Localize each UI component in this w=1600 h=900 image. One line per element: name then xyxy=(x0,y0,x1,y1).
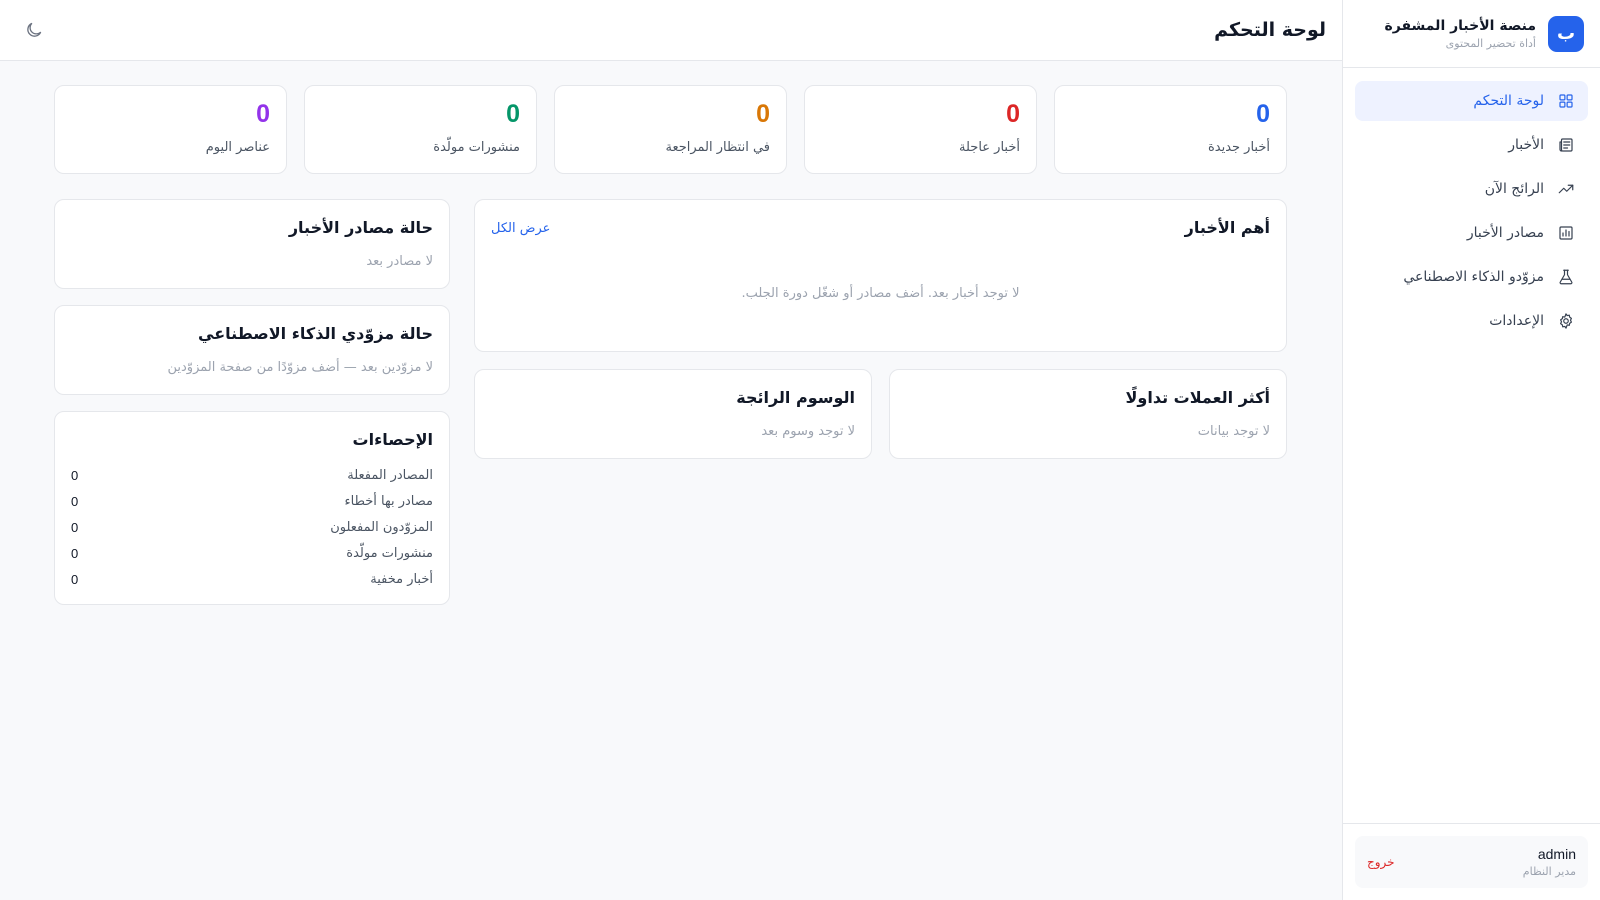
stat-label: في انتظار المراجعة xyxy=(665,140,770,155)
view-all-link[interactable]: عرض الكل xyxy=(491,221,550,236)
trending-tags-title: الوسوم الرائجة xyxy=(736,388,855,407)
brand-text: منصة الأخبار المشفرة أداة تحضير المحتوى xyxy=(1385,18,1537,50)
brand-subtitle: أداة تحضير المحتوى xyxy=(1445,36,1536,50)
user-box: admin مدير النظام خروج xyxy=(1355,836,1588,888)
top-coins-title: أكثر العملات تداولًا xyxy=(1125,388,1270,407)
sidebar-item-label: مصادر الأخبار xyxy=(1466,225,1544,241)
user-name: admin xyxy=(1537,846,1576,862)
user-info: admin مدير النظام xyxy=(1523,846,1576,878)
stat-value: 0 xyxy=(1256,100,1270,128)
brand: ب منصة الأخبار المشفرة أداة تحضير المحتو… xyxy=(1343,0,1600,68)
sidebar-item-ai-providers[interactable]: مزوّدو الذكاء الاصطناعي xyxy=(1355,257,1588,297)
statistics-row-value: 0 xyxy=(71,545,79,561)
stat-label: عناصر اليوم xyxy=(205,140,270,155)
stat-card-breaking-news: 0 أخبار عاجلة xyxy=(804,85,1037,174)
gear-icon xyxy=(1556,311,1576,331)
sources-status-empty: لا مصادر بعد xyxy=(366,254,433,269)
statistics-row-label: المصادر المفعلة xyxy=(347,467,433,483)
statistics-row-label: مصادر بها أخطاء xyxy=(344,493,434,509)
statistics-row: منشورات مولّدة 0 xyxy=(71,543,433,563)
top-news-empty: لا توجد أخبار بعد. أضف مصادر أو شغّل دور… xyxy=(741,286,1020,301)
grid-icon xyxy=(1556,91,1576,111)
top-coins-card: أكثر العملات تداولًا لا توجد بيانات xyxy=(889,369,1287,459)
sources-status-title: حالة مصادر الأخبار xyxy=(288,218,433,237)
sources-status-card: حالة مصادر الأخبار لا مصادر بعد xyxy=(54,199,450,289)
sidebar-item-label: الأخبار xyxy=(1508,137,1544,153)
ai-status-empty: لا مزوّدين بعد — أضف مزوّدًا من صفحة الم… xyxy=(167,360,433,375)
sidebar: ب منصة الأخبار المشفرة أداة تحضير المحتو… xyxy=(1342,0,1600,900)
stat-label: منشورات مولّدة xyxy=(433,140,520,155)
statistics-card: الإحصاءات المصادر المفعلة 0 مصادر بها أخ… xyxy=(54,411,450,605)
statistics-row-label: أخبار مخفية xyxy=(370,571,433,587)
sidebar-nav: لوحة التحكم الأخبار الرائج الآن مصادر ال… xyxy=(1343,68,1600,354)
stat-label: أخبار جديدة xyxy=(1207,140,1270,155)
stat-value: 0 xyxy=(256,100,270,128)
user-role: مدير النظام xyxy=(1522,865,1576,878)
statistics-row-label: منشورات مولّدة xyxy=(346,545,433,561)
moon-icon[interactable] xyxy=(22,18,46,42)
sidebar-item-label: لوحة التحكم xyxy=(1473,93,1544,109)
statistics-title: الإحصاءات xyxy=(352,430,433,449)
sidebar-item-label: الإعدادات xyxy=(1489,313,1544,329)
statistics-row-value: 0 xyxy=(71,467,79,483)
trending-tags-card: الوسوم الرائجة لا توجد وسوم بعد xyxy=(474,369,872,459)
statistics-row: المصادر المفعلة 0 xyxy=(71,465,433,485)
sidebar-item-settings[interactable]: الإعدادات xyxy=(1355,301,1588,341)
flask-icon xyxy=(1556,267,1576,287)
main-content: 0 أخبار جديدة 0 أخبار عاجلة 0 في انتظار … xyxy=(0,61,1342,900)
stat-label: أخبار عاجلة xyxy=(959,140,1020,155)
stat-value: 0 xyxy=(506,100,520,128)
page-title: لوحة التحكم xyxy=(1214,19,1326,41)
stat-value: 0 xyxy=(1006,100,1020,128)
top-news-title: أهم الأخبار xyxy=(1184,218,1270,237)
sidebar-item-news[interactable]: الأخبار xyxy=(1355,125,1588,165)
sidebar-item-sources[interactable]: مصادر الأخبار xyxy=(1355,213,1588,253)
statistics-row: المزوّدون المفعلون 0 xyxy=(71,517,433,537)
statistics-row-label: المزوّدون المفعلون xyxy=(330,519,433,535)
sidebar-footer: admin مدير النظام خروج xyxy=(1343,823,1600,900)
stat-card-new-news: 0 أخبار جديدة xyxy=(1054,85,1287,174)
sidebar-item-label: الرائج الآن xyxy=(1484,181,1544,197)
trending-tags-empty: لا توجد وسوم بعد xyxy=(761,424,855,439)
header: لوحة التحكم xyxy=(0,0,1342,61)
ai-status-title: حالة مزوّدي الذكاء الاصطناعي xyxy=(198,324,433,343)
stat-card-pending-review: 0 في انتظار المراجعة xyxy=(554,85,787,174)
sidebar-item-label: مزوّدو الذكاء الاصطناعي xyxy=(1403,269,1544,285)
logout-button[interactable]: خروج xyxy=(1367,855,1395,869)
stat-card-today-items: 0 عناصر اليوم xyxy=(54,85,287,174)
ai-status-card: حالة مزوّدي الذكاء الاصطناعي لا مزوّدين … xyxy=(54,305,450,395)
statistics-row: مصادر بها أخطاء 0 xyxy=(71,491,433,511)
top-news-card: أهم الأخبار عرض الكل لا توجد أخبار بعد. … xyxy=(474,199,1287,352)
brand-logo: ب xyxy=(1548,15,1584,52)
statistics-row-value: 0 xyxy=(71,493,79,509)
brand-title: منصة الأخبار المشفرة xyxy=(1384,17,1537,34)
bar-chart-icon xyxy=(1556,223,1576,243)
sidebar-item-dashboard[interactable]: لوحة التحكم xyxy=(1355,81,1588,121)
sidebar-item-trending[interactable]: الرائج الآن xyxy=(1355,169,1588,209)
top-coins-empty: لا توجد بيانات xyxy=(1197,424,1270,439)
statistics-row: أخبار مخفية 0 xyxy=(71,569,433,589)
trending-icon xyxy=(1556,179,1576,199)
statistics-row-value: 0 xyxy=(71,519,79,535)
stat-value: 0 xyxy=(756,100,770,128)
stat-card-generated-posts: 0 منشورات مولّدة xyxy=(304,85,537,174)
newspaper-icon xyxy=(1556,135,1576,155)
statistics-row-value: 0 xyxy=(71,571,79,587)
